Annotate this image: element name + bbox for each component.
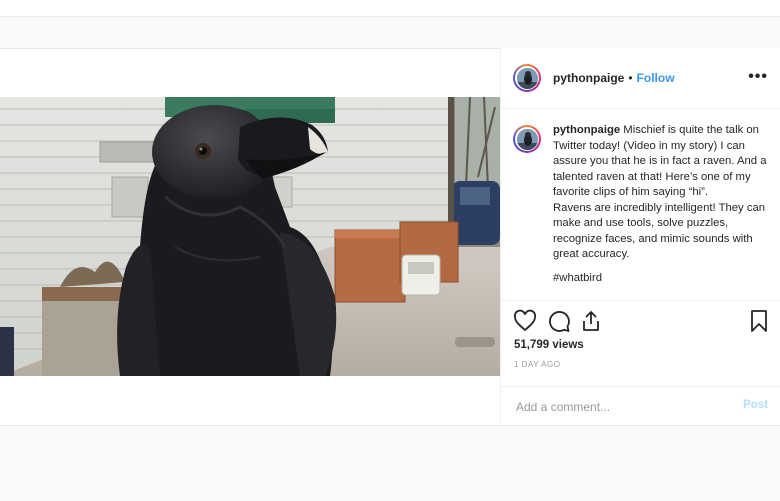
follow-button[interactable]: Follow	[637, 71, 675, 85]
post-video[interactable]	[0, 97, 500, 376]
post-header: pythonpaige • Follow •••	[501, 48, 780, 109]
caption-username[interactable]: pythonpaige	[553, 124, 620, 136]
comment-input[interactable]	[514, 398, 728, 415]
caption-avatar-image	[516, 128, 538, 150]
post-side-panel: pythonpaige • Follow ••• pythonpaige Mis…	[500, 48, 780, 424]
header-username[interactable]: pythonpaige	[553, 71, 624, 85]
avatar-photo-icon	[516, 67, 538, 89]
caption-avatar[interactable]	[513, 125, 541, 153]
bookmark-icon[interactable]	[747, 309, 771, 333]
raven-video-frame	[0, 97, 500, 376]
caption-hashtag[interactable]: #whatbird	[553, 271, 768, 287]
post-actions: 51,799 views 1 DAY AGO Post	[501, 300, 780, 425]
caption-avatar-ring	[515, 127, 539, 151]
avatar-ring	[515, 66, 539, 90]
more-dots-icon[interactable]: •••	[748, 68, 768, 86]
heart-icon[interactable]	[513, 309, 537, 333]
action-icons	[513, 309, 768, 333]
avatar[interactable]	[513, 64, 541, 92]
separator-dot: •	[628, 71, 633, 85]
post-comment-button[interactable]: Post	[743, 399, 768, 411]
caption-body: Mischief is quite the talk on Twitter to…	[553, 124, 767, 260]
browser-top-strip	[0, 0, 780, 17]
caption-row: pythonpaige Mischief is quite the talk o…	[501, 109, 780, 286]
media-letterbox-top	[0, 49, 500, 97]
share-icon[interactable]	[579, 309, 603, 333]
post-date[interactable]: 1 DAY AGO	[514, 360, 560, 369]
comment-bubble-icon[interactable]	[547, 309, 571, 333]
avatar-image	[516, 67, 538, 89]
caption: pythonpaige Mischief is quite the talk o…	[553, 123, 768, 286]
avatar-photo-icon	[516, 128, 538, 150]
view-count[interactable]: 51,799 views	[514, 339, 584, 351]
media-letterbox-bottom	[0, 376, 500, 424]
comments-area[interactable]: pythonpaige Mischief is quite the talk o…	[501, 109, 780, 299]
comment-form: Post	[501, 386, 780, 426]
